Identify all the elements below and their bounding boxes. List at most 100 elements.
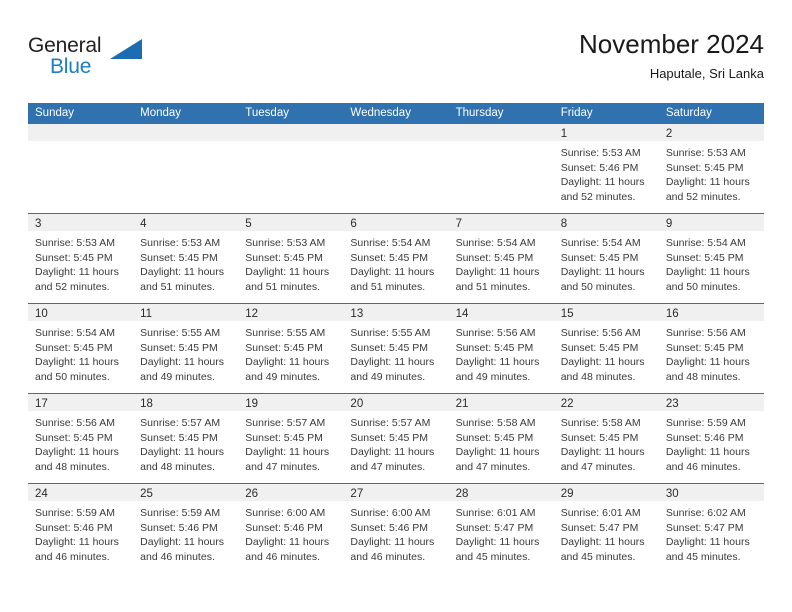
weekday-header-tuesday: Tuesday xyxy=(245,107,289,119)
day-details: Sunrise: 5:54 AM Sunset: 5:45 PM Daylight:… xyxy=(28,321,133,384)
day-details xyxy=(238,141,343,146)
day-detail-line: and 46 minutes. xyxy=(665,460,741,473)
calendar-day-cell[interactable]: 27 Sunrise: 6:00 AM Sunset: 5:46 PM Dayligh… xyxy=(343,484,449,573)
calendar-week-row: 24 Sunrise: 5:59 AM Sunset: 5:46 PM Dayligh… xyxy=(28,483,764,573)
day-number-band: 7 xyxy=(448,214,554,231)
calendar-day-cell[interactable]: 1 Sunrise: 5:53 AM Sunset: 5:46 PM Daylight… xyxy=(553,124,659,213)
day-detail-line: Sunset: 5:45 PM xyxy=(245,431,323,444)
day-number: 3 xyxy=(35,218,42,230)
day-detail-line: Sunrise: 5:53 AM xyxy=(560,147,641,159)
day-number-band: 5 xyxy=(238,214,344,231)
calendar-day-cell[interactable]: 29 Sunrise: 6:01 AM Sunset: 5:47 PM Dayligh… xyxy=(553,484,659,573)
day-number-band: 9 xyxy=(658,214,764,231)
day-number-band: 19 xyxy=(238,394,344,411)
day-number-band: 27 xyxy=(343,484,449,501)
day-detail-line: Sunrise: 5:54 AM xyxy=(35,327,115,339)
triangle-mark-icon xyxy=(110,39,142,59)
calendar-day-cell[interactable]: 30 Sunrise: 6:02 AM Sunset: 5:47 PM Dayligh… xyxy=(658,484,764,573)
day-detail-line: Daylight: 11 hours xyxy=(560,446,645,459)
calendar-day-cell[interactable]: 12 Sunrise: 5:55 AM Sunset: 5:45 PM Dayligh… xyxy=(238,304,344,393)
calendar-day-cell[interactable]: 10 Sunrise: 5:54 AM Sunset: 5:45 PM Dayligh… xyxy=(28,304,134,393)
day-detail-line: Sunrise: 5:54 AM xyxy=(350,237,431,249)
day-number-band: 12 xyxy=(238,304,344,321)
day-details: Sunrise: 5:57 AM Sunset: 5:45 PM Daylight:… xyxy=(133,411,238,474)
title-block: November 2024 Haputale, Sri Lanka xyxy=(579,28,764,84)
calendar-day-cell[interactable]: 16 Sunrise: 5:56 AM Sunset: 5:45 PM Dayligh… xyxy=(658,304,764,393)
day-detail-line: Sunrise: 5:59 AM xyxy=(35,507,115,519)
calendar-day-cell[interactable]: 18 Sunrise: 5:57 AM Sunset: 5:45 PM Dayligh… xyxy=(133,394,239,483)
day-number-band: 1 xyxy=(553,124,659,141)
calendar-day-cell[interactable]: 17 Sunrise: 5:56 AM Sunset: 5:45 PM Dayligh… xyxy=(28,394,134,483)
day-detail-line: Sunrise: 5:53 AM xyxy=(245,237,326,249)
calendar-day-cell[interactable]: 4 Sunrise: 5:53 AM Sunset: 5:45 PM Daylight… xyxy=(133,214,239,303)
day-detail-line: Sunrise: 5:53 AM xyxy=(35,237,115,249)
calendar-day-cell[interactable]: 5 Sunrise: 5:53 AM Sunset: 5:45 PM Daylight… xyxy=(238,214,344,303)
calendar-day-cell[interactable]: 14 Sunrise: 5:56 AM Sunset: 5:45 PM Dayligh… xyxy=(448,304,554,393)
day-detail-line: and 49 minutes. xyxy=(140,370,215,383)
calendar-page: General Blue November 2024 Haputale, Sri… xyxy=(0,0,792,612)
day-detail-line: and 51 minutes. xyxy=(245,280,320,293)
calendar-day-cell[interactable]: 6 Sunrise: 5:54 AM Sunset: 5:45 PM Daylight… xyxy=(343,214,449,303)
calendar-day-cell[interactable]: 28 Sunrise: 6:01 AM Sunset: 5:47 PM Dayligh… xyxy=(448,484,554,573)
day-number: 9 xyxy=(665,218,673,230)
calendar-day-cell[interactable]: 13 Sunrise: 5:55 AM Sunset: 5:45 PM Dayligh… xyxy=(343,304,449,393)
calendar-day-cell[interactable]: 23 Sunrise: 5:59 AM Sunset: 5:46 PM Dayligh… xyxy=(658,394,764,483)
day-number: 7 xyxy=(455,218,462,230)
day-detail-line: Sunrise: 5:56 AM xyxy=(455,327,536,339)
day-number-band: 24 xyxy=(28,484,134,501)
day-details: Sunrise: 6:00 AM Sunset: 5:46 PM Daylight:… xyxy=(343,501,448,564)
day-detail-line: Daylight: 11 hours xyxy=(350,356,435,369)
calendar-day-cell[interactable]: 21 Sunrise: 5:58 AM Sunset: 5:45 PM Dayligh… xyxy=(448,394,554,483)
page-title: November 2024 xyxy=(579,29,764,59)
day-detail-line: Daylight: 11 hours xyxy=(245,446,330,459)
calendar-day-cell[interactable]: 2 Sunrise: 5:53 AM Sunset: 5:45 PM Daylight… xyxy=(658,124,764,213)
calendar-day-cell[interactable]: 26 Sunrise: 6:00 AM Sunset: 5:46 PM Dayligh… xyxy=(238,484,344,573)
day-number-band: 30 xyxy=(658,484,764,501)
calendar-day-cell[interactable]: 3 Sunrise: 5:53 AM Sunset: 5:45 PM Daylight… xyxy=(28,214,134,303)
day-number: 22 xyxy=(560,398,574,410)
calendar-day-cell[interactable]: 8 Sunrise: 5:54 AM Sunset: 5:45 PM Daylight… xyxy=(553,214,659,303)
day-number: 30 xyxy=(665,488,679,500)
day-detail-line: and 50 minutes. xyxy=(35,370,110,383)
day-detail-line: Daylight: 11 hours xyxy=(665,356,750,369)
day-details: Sunrise: 5:57 AM Sunset: 5:45 PM Daylight:… xyxy=(238,411,343,474)
day-detail-line: Sunset: 5:46 PM xyxy=(140,521,218,534)
day-detail-line: and 46 minutes. xyxy=(245,550,320,563)
calendar-day-cell[interactable]: 24 Sunrise: 5:59 AM Sunset: 5:46 PM Dayligh… xyxy=(28,484,134,573)
day-details: Sunrise: 5:55 AM Sunset: 5:45 PM Daylight:… xyxy=(133,321,238,384)
day-detail-line: and 46 minutes. xyxy=(35,550,110,563)
day-detail-line: Sunrise: 5:53 AM xyxy=(140,237,221,249)
calendar-day-cell[interactable]: 7 Sunrise: 5:54 AM Sunset: 5:45 PM Daylight… xyxy=(448,214,554,303)
day-detail-line: Sunrise: 6:00 AM xyxy=(245,507,326,519)
day-detail-line: and 45 minutes. xyxy=(455,550,531,563)
day-detail-line: Sunset: 5:46 PM xyxy=(35,521,113,534)
calendar-day-cell[interactable]: 9 Sunrise: 5:54 AM Sunset: 5:45 PM Daylight… xyxy=(658,214,764,303)
day-detail-line: Daylight: 11 hours xyxy=(455,536,540,549)
calendar-day-cell[interactable]: 19 Sunrise: 5:57 AM Sunset: 5:45 PM Dayligh… xyxy=(238,394,344,483)
day-detail-line: Daylight: 11 hours xyxy=(560,536,645,549)
day-detail-line: Sunset: 5:46 PM xyxy=(245,521,323,534)
calendar-cell-empty xyxy=(133,124,239,213)
calendar-day-cell[interactable]: 25 Sunrise: 5:59 AM Sunset: 5:46 PM Dayligh… xyxy=(133,484,239,573)
day-detail-line: Sunset: 5:45 PM xyxy=(560,251,639,264)
day-details: Sunrise: 5:56 AM Sunset: 5:45 PM Daylight:… xyxy=(449,321,554,384)
brand-logo[interactable]: General Blue xyxy=(28,34,158,90)
calendar-day-cell[interactable]: 15 Sunrise: 5:56 AM Sunset: 5:45 PM Dayligh… xyxy=(553,304,659,393)
day-detail-line: Daylight: 11 hours xyxy=(35,266,119,279)
calendar-day-cell[interactable]: 20 Sunrise: 5:57 AM Sunset: 5:45 PM Dayligh… xyxy=(343,394,449,483)
day-details: Sunrise: 5:55 AM Sunset: 5:45 PM Daylight:… xyxy=(343,321,448,384)
day-detail-line: Sunrise: 5:54 AM xyxy=(560,237,641,249)
day-detail-line: Sunset: 5:46 PM xyxy=(560,161,639,174)
day-number: 2 xyxy=(665,128,673,140)
calendar-day-cell[interactable]: 22 Sunrise: 5:58 AM Sunset: 5:45 PM Dayligh… xyxy=(553,394,659,483)
page-header: General Blue November 2024 Haputale, Sri… xyxy=(28,28,764,98)
day-details: Sunrise: 5:59 AM Sunset: 5:46 PM Daylight:… xyxy=(28,501,133,564)
calendar-day-cell[interactable]: 11 Sunrise: 5:55 AM Sunset: 5:45 PM Dayligh… xyxy=(133,304,239,393)
day-detail-line: Daylight: 11 hours xyxy=(245,266,330,279)
day-detail-line: Daylight: 11 hours xyxy=(455,266,540,279)
day-number-band xyxy=(343,124,449,141)
day-detail-line: Sunrise: 5:53 AM xyxy=(665,147,746,159)
day-detail-line: and 51 minutes. xyxy=(455,280,531,293)
day-detail-line: Sunrise: 5:56 AM xyxy=(665,327,746,339)
day-detail-line: Sunset: 5:45 PM xyxy=(245,341,323,354)
